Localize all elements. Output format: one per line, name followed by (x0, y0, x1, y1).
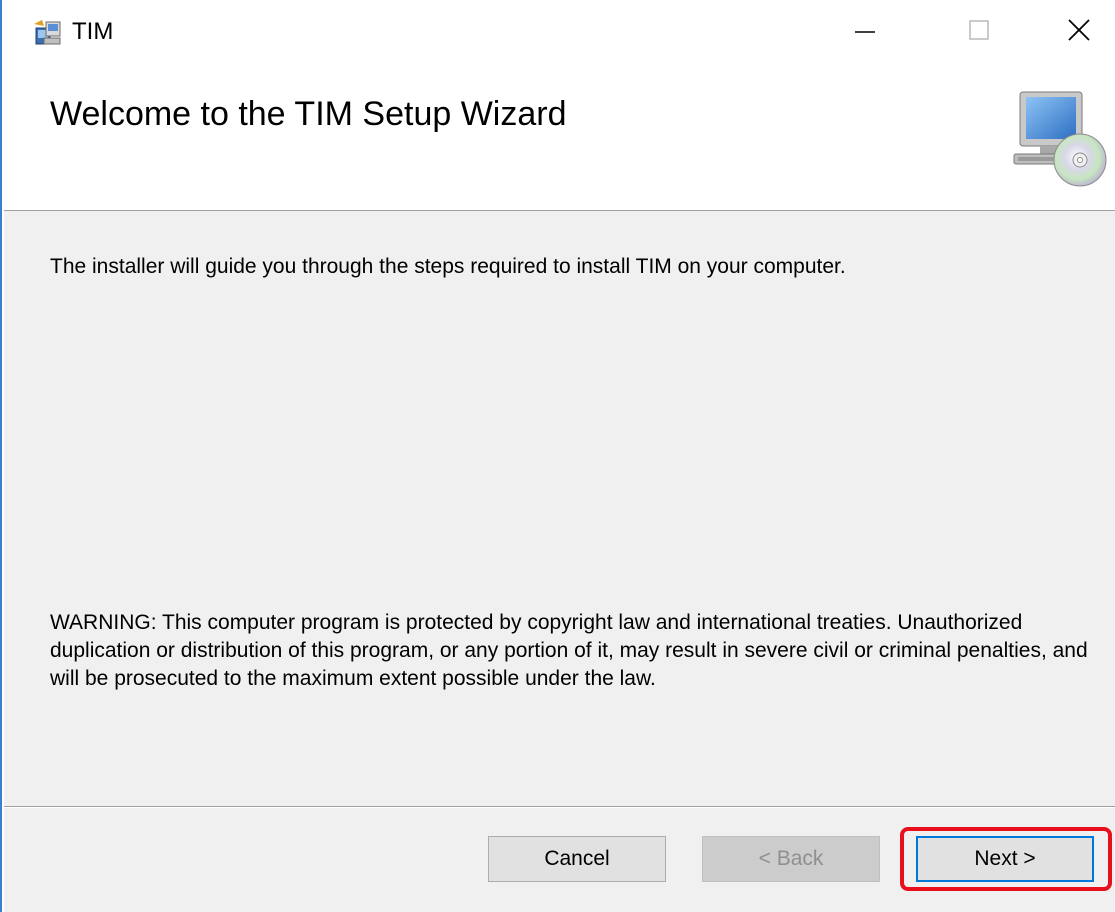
button-bar: Cancel < Back Next > (4, 808, 1115, 912)
back-button[interactable]: < Back (702, 836, 880, 882)
title-bar: TIM (4, 0, 1115, 64)
minimize-icon (853, 18, 877, 47)
maximize-icon (967, 18, 991, 47)
computer-cd-icon (1010, 86, 1110, 190)
wizard-content: The installer will guide you through the… (4, 211, 1115, 806)
copyright-warning: WARNING: This computer program is protec… (50, 611, 1088, 690)
window-title: TIM (72, 18, 114, 45)
maximize-button[interactable] (940, 0, 1018, 64)
header-banner: Welcome to the TIM Setup Wizard (4, 64, 1115, 211)
setup-wizard-window: TIM Welcome to the TIM Setup Wizard The … (0, 0, 1115, 912)
close-icon (1066, 17, 1092, 48)
next-button[interactable]: Next > (916, 836, 1094, 882)
intro-text: The installer will guide you through the… (50, 255, 846, 278)
cancel-button[interactable]: Cancel (488, 836, 666, 882)
wizard-title: Welcome to the TIM Setup Wizard (50, 95, 567, 133)
close-button[interactable] (1040, 0, 1115, 64)
minimize-button[interactable] (826, 0, 904, 64)
installer-app-icon (32, 18, 64, 48)
